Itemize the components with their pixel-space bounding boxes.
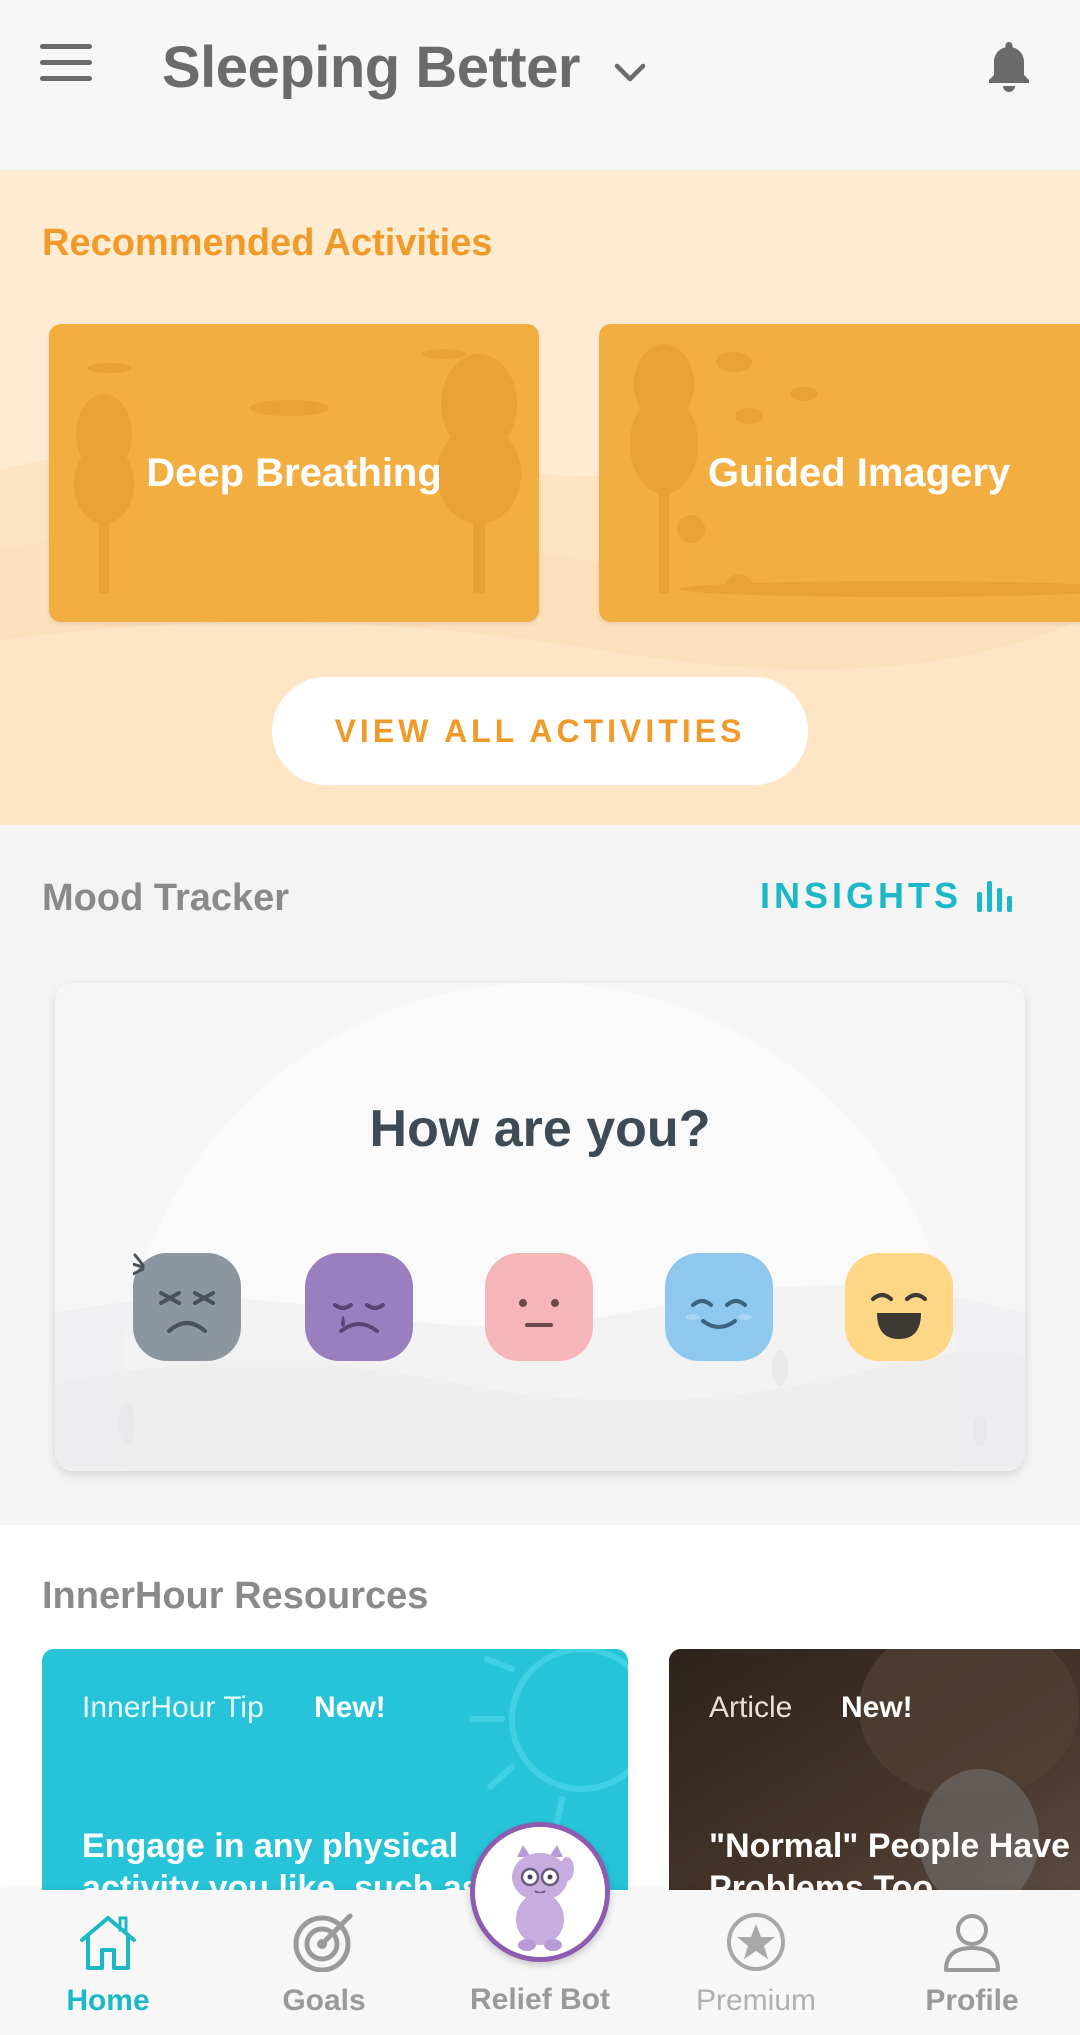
insights-label: INSIGHTS [759, 875, 962, 916]
hamburger-menu-icon[interactable] [40, 44, 100, 94]
app-header: Sleeping Better [0, 0, 1080, 170]
nav-premium[interactable]: Premium [676, 1912, 836, 2018]
page-title: Sleeping Better [162, 35, 580, 100]
angry-face-icon[interactable] [133, 1253, 241, 1361]
nav-profile[interactable]: Profile [892, 1912, 1052, 2018]
activity-card-guided-imagery[interactable]: Guided Imagery [599, 324, 1080, 622]
program-selector[interactable]: Sleeping Better [162, 34, 646, 101]
new-badge: New! [314, 1691, 386, 1724]
activity-card-label: Deep Breathing [146, 450, 442, 495]
view-all-activities-button[interactable]: VIEW ALL ACTIVITIES [272, 677, 808, 785]
recommended-activities-section: Recommended Activities Deep Breathing Gu… [0, 170, 1080, 825]
new-badge: New! [841, 1691, 913, 1724]
relief-bot-button[interactable] [470, 1822, 610, 1962]
bar-chart-icon [977, 881, 1012, 912]
resources-title: InnerHour Resources [42, 1575, 429, 1617]
relief-bot-label[interactable]: Relief Bot [440, 1983, 640, 2017]
mood-card-background [55, 983, 1025, 1471]
bell-icon[interactable] [986, 38, 1032, 94]
relief-bot-mascot-icon [475, 1827, 605, 1957]
home-icon [80, 1916, 136, 1970]
mood-question: How are you? [369, 1100, 711, 1158]
recommended-title: Recommended Activities [42, 222, 493, 264]
resource-tag: Article [709, 1691, 793, 1724]
mood-tracker-title: Mood Tracker [42, 877, 290, 919]
mood-tracker-section: Mood Tracker INSIGHTS How are you? [0, 825, 1080, 1525]
chevron-down-icon [614, 63, 646, 81]
content-face-icon[interactable] [665, 1253, 773, 1361]
mood-checkin-card: How are you? [55, 983, 1025, 1471]
target-icon [293, 1913, 353, 1972]
activity-card-deep-breathing[interactable]: Deep Breathing [49, 324, 539, 622]
activity-card-label: Guided Imagery [707, 450, 1011, 495]
user-icon [944, 1914, 1000, 1972]
nav-goals[interactable]: Goals [244, 1912, 404, 2018]
star-icon [727, 1913, 785, 1971]
neutral-face-icon[interactable] [485, 1253, 593, 1361]
insights-link[interactable]: INSIGHTS [760, 875, 1016, 917]
happy-face-icon[interactable] [845, 1253, 953, 1361]
resource-tag: InnerHour Tip [82, 1691, 264, 1724]
resource-card-article[interactable]: Article New! "Normal" People Have Proble… [669, 1649, 1080, 1909]
nav-home[interactable]: Home [28, 1912, 188, 2018]
sad-face-icon[interactable] [305, 1253, 413, 1361]
